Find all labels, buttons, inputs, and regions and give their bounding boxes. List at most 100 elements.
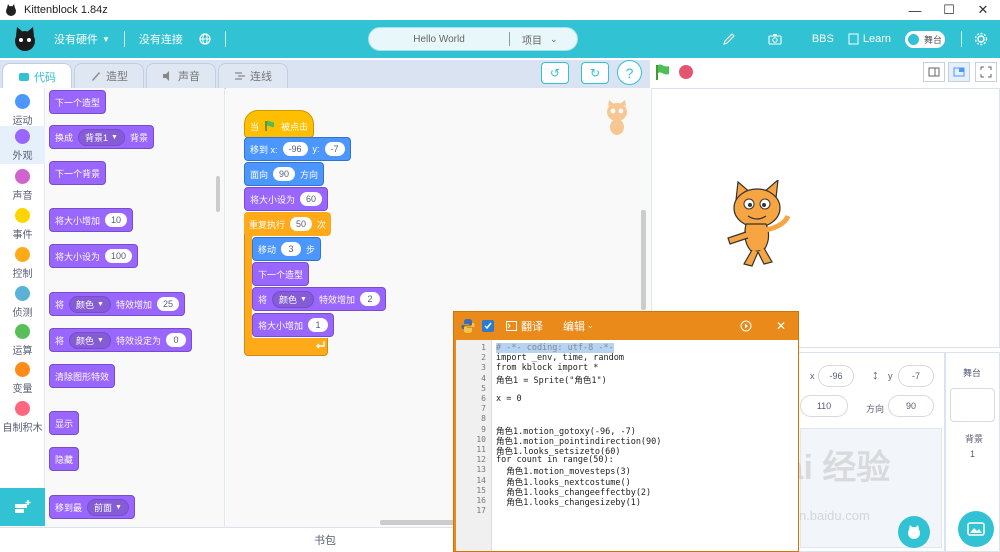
sprite-size-field[interactable]: 110 [800, 395, 848, 417]
change-effect-block[interactable]: 将 颜色 ▼ 特效增加 25 [49, 292, 185, 316]
category-my-blocks[interactable]: 自制积木 [0, 401, 45, 434]
code-line[interactable]: 角色1.looks_changesizeby(1) [496, 496, 641, 508]
python-window-header[interactable]: 翻译 编辑 ⌄ ✕ [454, 312, 798, 339]
effect-dropdown[interactable]: 颜色 ▼ [69, 331, 111, 349]
next-costume-block[interactable]: 下一个造型 [49, 90, 107, 114]
cat-sprite[interactable] [718, 180, 798, 270]
add-extension-button[interactable] [0, 488, 45, 526]
category-control[interactable]: 控制 [0, 247, 45, 280]
go-to-xy-block[interactable]: 移到 x: -96 y: -7 [244, 137, 351, 161]
next-costume-script-block[interactable]: 下一个造型 [252, 262, 310, 286]
tab-sounds[interactable]: 声音 [146, 63, 216, 89]
pencil-icon[interactable] [722, 32, 736, 46]
hardware-menu[interactable]: 没有硬件 ▼ [54, 31, 110, 47]
size-change-input[interactable]: 1 [308, 318, 329, 332]
fullscreen-button[interactable] [975, 62, 997, 82]
repeat-count-input[interactable]: 50 [290, 217, 313, 231]
category-events[interactable]: 事件 [0, 208, 45, 241]
number-input[interactable]: 25 [156, 297, 179, 311]
number-input[interactable]: 0 [165, 333, 186, 347]
add-sprite-button[interactable] [898, 516, 930, 548]
palette-scrollbar[interactable] [216, 176, 220, 212]
python-editor[interactable]: 1 2 3 4 5 6 7 8 9 10 11 12 13 14 15 16 17 # -*- coding: … [456, 340, 798, 551]
set-size-script-block[interactable]: 将大小设为 60 [244, 187, 329, 211]
tab-wiring[interactable]: 连线 [218, 63, 288, 89]
category-sound[interactable]: 声音 [0, 169, 45, 202]
small-stage-button[interactable] [923, 62, 945, 82]
effect-dropdown[interactable]: 颜色 ▼ [272, 290, 314, 308]
script-horizontal-scrollbar[interactable] [380, 520, 460, 525]
translate-button[interactable]: 翻译 [521, 318, 543, 334]
category-sensing[interactable]: 侦测 [0, 286, 45, 319]
hide-block[interactable]: 隐藏 [49, 447, 80, 471]
number-input[interactable]: 100 [105, 249, 133, 263]
gear-icon[interactable] [974, 32, 988, 46]
when-flag-clicked-block[interactable]: 当 被点击 [244, 110, 315, 138]
effect-dropdown[interactable]: 颜色 ▼ [69, 295, 111, 313]
point-direction-block[interactable]: 面向 90 方向 [244, 162, 325, 186]
category-variables[interactable]: 变量 [0, 362, 45, 395]
edit-menu[interactable]: 编辑 [563, 318, 585, 334]
x-input[interactable]: -96 [282, 142, 308, 156]
maximize-button[interactable]: ☐ [932, 0, 966, 20]
connection-menu[interactable]: 没有连接 [139, 31, 183, 47]
bbs-link[interactable]: BBS [812, 33, 834, 45]
move-steps-block[interactable]: 移动 3 步 [252, 237, 322, 261]
globe-icon[interactable] [199, 33, 211, 45]
repeat-block-header[interactable]: 重复执行 50 次 [244, 212, 332, 236]
close-icon[interactable]: ✕ [776, 319, 786, 333]
sprite-x-field[interactable]: -96 [818, 365, 854, 387]
switch-backdrop-block[interactable]: 换成 背景1 ▼ 背景 [49, 125, 154, 149]
size-input[interactable]: 60 [300, 192, 323, 206]
category-motion[interactable]: 运动 [0, 94, 45, 127]
help-button[interactable]: ? [617, 60, 642, 85]
direction-input[interactable]: 90 [273, 167, 296, 181]
project-name-input[interactable]: Hello World [369, 34, 509, 45]
learn-link[interactable]: Learn [848, 33, 891, 45]
backdrop-dropdown[interactable]: 背景1 ▼ [78, 128, 125, 146]
code-line[interactable]: # -*- coding: utf-8 -*- [496, 343, 614, 353]
y-input[interactable]: -7 [324, 142, 345, 156]
change-effect-script-block[interactable]: 将 颜色 ▼ 特效增加 2 [252, 287, 386, 311]
effect-amount-input[interactable]: 2 [359, 292, 380, 306]
normal-stage-button[interactable] [948, 62, 970, 82]
project-menu[interactable]: 项目 [522, 32, 542, 47]
tab-code[interactable]: 代码 [2, 63, 72, 89]
stop-button[interactable] [679, 65, 693, 79]
close-window-button[interactable]: ✕ [966, 0, 1000, 20]
code-line[interactable]: import _env, time, random [496, 353, 624, 363]
kittenblock-logo[interactable] [12, 26, 38, 52]
next-backdrop-block[interactable]: 下一个背景 [49, 161, 107, 185]
layer-dropdown[interactable]: 前面 ▼ [87, 498, 129, 516]
change-size-script-block[interactable]: 将大小增加 1 [252, 313, 335, 337]
sprite-direction-field[interactable]: 90 [888, 395, 934, 417]
sprite-y-field[interactable]: -7 [898, 365, 934, 387]
code-line[interactable]: from kblock import * [496, 363, 598, 373]
category-operators[interactable]: 运算 [0, 324, 45, 357]
tab-costumes[interactable]: 造型 [74, 63, 144, 89]
undo-button[interactable]: ↺ [541, 62, 569, 84]
minimize-button[interactable]: — [898, 0, 932, 20]
clear-effects-block[interactable]: 清除图形特效 [49, 364, 116, 388]
stage-toggle[interactable]: 舞台 [905, 30, 945, 48]
number-input[interactable]: 10 [105, 213, 128, 227]
category-looks[interactable]: 外观 [0, 126, 45, 164]
go-to-layer-block[interactable]: 移到最 前面 ▼ [49, 495, 135, 519]
code-line[interactable]: for count in range(50): [496, 455, 614, 465]
camera-icon[interactable] [768, 32, 782, 46]
python-enable-checkbox[interactable] [482, 319, 494, 332]
code-line[interactable]: 角色1 = Sprite("角色1") [496, 374, 607, 386]
add-backdrop-button[interactable] [958, 511, 994, 547]
redo-button[interactable]: ↻ [581, 62, 609, 84]
code-line[interactable]: x = 0 [496, 394, 522, 404]
green-flag-button[interactable] [654, 63, 672, 81]
change-size-block[interactable]: 将大小增加 10 [49, 208, 134, 232]
stage[interactable] [651, 88, 1000, 348]
set-size-block[interactable]: 将大小设为 100 [49, 244, 139, 268]
run-icon[interactable] [740, 320, 752, 332]
script-vertical-scrollbar[interactable] [641, 210, 646, 310]
steps-input[interactable]: 3 [281, 242, 302, 256]
backdrop-thumbnail[interactable] [950, 388, 995, 422]
show-block[interactable]: 显示 [49, 411, 80, 435]
python-code-window[interactable]: 翻译 编辑 ⌄ ✕ 1 2 3 4 5 6 7 8 9 10 11 12 13 14 15 16 17 # -*… [453, 311, 799, 552]
